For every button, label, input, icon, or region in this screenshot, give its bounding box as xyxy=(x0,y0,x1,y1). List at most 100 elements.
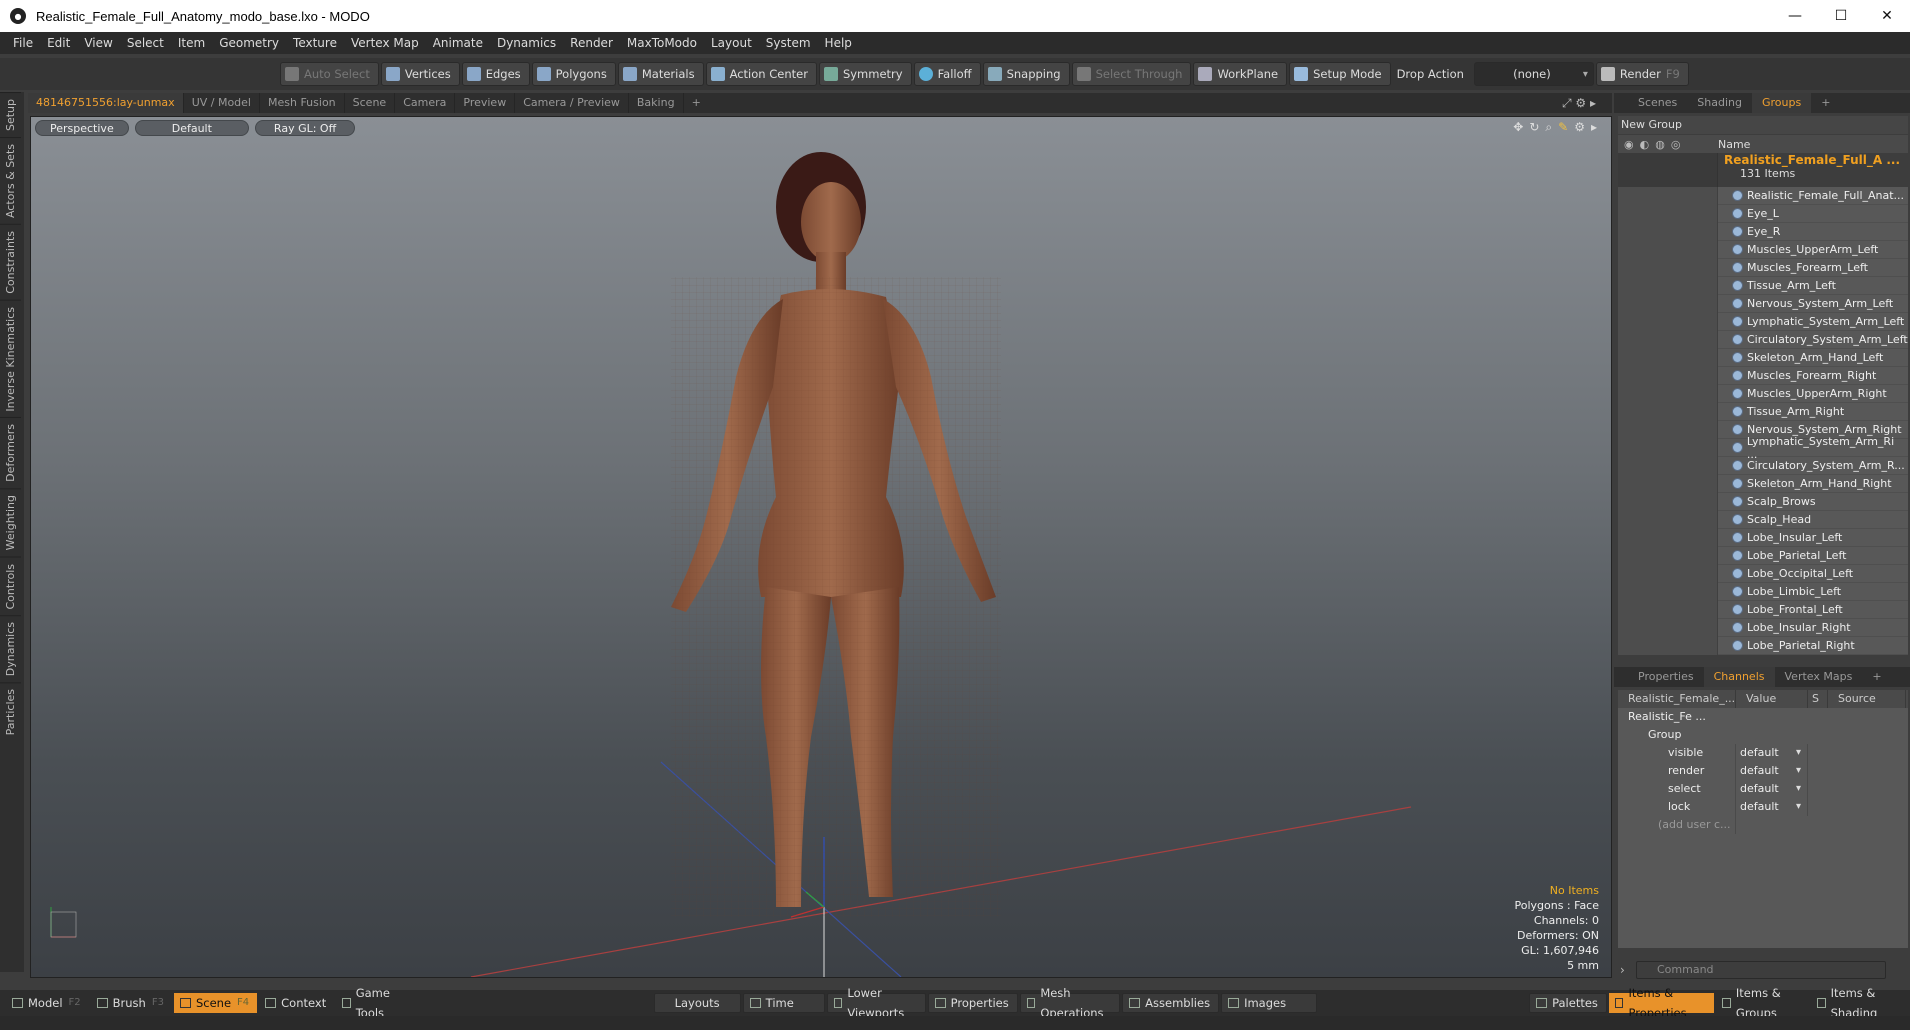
tree-item-visibility[interactable] xyxy=(1618,402,1718,421)
layout-scene-button[interactable]: Scene F4 xyxy=(173,993,258,1013)
layout-brush-button[interactable]: Brush F3 xyxy=(91,993,172,1013)
tree-item-row[interactable]: Muscles_UpperArm_Left xyxy=(1618,240,1908,259)
minimize-icon[interactable]: — xyxy=(1772,0,1818,32)
add-user-channel-row[interactable]: (add user c... xyxy=(1618,816,1908,834)
tree-item-visibility[interactable] xyxy=(1618,564,1718,583)
materials-button[interactable]: Materials xyxy=(617,62,704,86)
menu-item[interactable]: Item xyxy=(171,36,212,50)
3d-viewport[interactable]: Perspective Default Ray GL: Off ✥ ↻ ⌕ ✎ … xyxy=(30,116,1612,978)
tab-controls[interactable]: Controls xyxy=(0,556,21,616)
tree-item-visibility[interactable] xyxy=(1618,582,1718,601)
tree-item-visibility[interactable] xyxy=(1618,510,1718,529)
channel-row[interactable]: render default xyxy=(1618,762,1908,780)
tab-mesh-fusion[interactable]: Mesh Fusion xyxy=(260,93,345,113)
tree-item-row[interactable]: Muscles_Forearm_Right xyxy=(1618,366,1908,385)
items-properties-button[interactable]: Items & Properties xyxy=(1608,986,1715,1020)
menu-select[interactable]: Select xyxy=(120,36,171,50)
tree-item-row[interactable]: Lobe_Limbic_Left xyxy=(1618,582,1908,601)
layout-game-tools-button[interactable]: Game Tools xyxy=(336,986,411,1020)
channel-s-col[interactable]: S xyxy=(1808,690,1828,708)
tree-item-row[interactable]: Muscles_UpperArm_Right xyxy=(1618,384,1908,403)
tree-item-visibility[interactable] xyxy=(1618,546,1718,565)
tree-item-visibility[interactable] xyxy=(1618,618,1718,637)
tab-weighting[interactable]: Weighting xyxy=(0,488,21,557)
tab-preview[interactable]: Preview xyxy=(455,93,516,113)
tree-item-visibility[interactable] xyxy=(1618,330,1718,349)
channel-value-dropdown[interactable]: default xyxy=(1736,744,1808,762)
new-group-button[interactable]: New Group xyxy=(1618,116,1908,134)
tree-item-visibility[interactable] xyxy=(1618,186,1718,205)
channel-name-col[interactable]: Realistic_Female_... xyxy=(1618,690,1736,708)
menu-render[interactable]: Render xyxy=(563,36,620,50)
tree-item-row[interactable]: Nervous_System_Arm_Left xyxy=(1618,294,1908,313)
tree-item-visibility[interactable] xyxy=(1618,366,1718,385)
workplane-button[interactable]: WorkPlane xyxy=(1193,62,1288,86)
channel-value-col[interactable]: Value xyxy=(1736,690,1808,708)
tab-uv-model[interactable]: UV / Model xyxy=(184,93,260,113)
tab-channels[interactable]: Channels xyxy=(1703,667,1775,687)
viewport-options-icon[interactable]: ⤢ ⚙ ▸ xyxy=(1554,93,1604,113)
tab-groups[interactable]: Groups xyxy=(1751,93,1812,113)
channel-row[interactable]: lock default xyxy=(1618,798,1908,816)
menu-edit[interactable]: Edit xyxy=(40,36,77,50)
tree-item-row[interactable]: Circulatory_System_Arm_Left xyxy=(1618,330,1908,349)
tree-item-row[interactable]: Circulatory_System_Arm_R... xyxy=(1618,456,1908,475)
lower-viewports-button[interactable]: Lower Viewports xyxy=(826,986,926,1020)
tree-item-visibility[interactable] xyxy=(1618,438,1718,457)
assemblies-button[interactable]: Assemblies xyxy=(1122,993,1220,1013)
tree-item-row[interactable]: Lobe_Insular_Right xyxy=(1618,618,1908,637)
name-column-header[interactable]: Name xyxy=(1718,138,1750,151)
tree-item-visibility[interactable] xyxy=(1618,258,1718,277)
tree-item-row[interactable]: Lymphatic_System_Arm_Ri ... xyxy=(1618,435,1908,461)
select-col-icon[interactable]: ◎ xyxy=(1671,138,1681,151)
tree-item-visibility[interactable] xyxy=(1618,492,1718,511)
items-groups-button[interactable]: Items & Groups xyxy=(1716,986,1809,1020)
tab-constraints[interactable]: Constraints xyxy=(0,224,21,300)
channel-source-col[interactable]: Source xyxy=(1828,690,1906,708)
close-icon[interactable]: ✕ xyxy=(1864,0,1910,32)
tree-item-visibility[interactable] xyxy=(1618,312,1718,331)
mesh-operations-button[interactable]: Mesh Operations xyxy=(1019,986,1121,1020)
command-expand-icon[interactable]: › xyxy=(1620,963,1625,977)
channel-row[interactable]: select default xyxy=(1618,780,1908,798)
tree-item-visibility[interactable] xyxy=(1618,384,1718,403)
setup-mode-button[interactable]: Setup Mode xyxy=(1289,62,1391,86)
menu-vertex-map[interactable]: Vertex Map xyxy=(344,36,426,50)
lock-col-icon[interactable]: ◍ xyxy=(1655,138,1665,151)
tree-item-row[interactable]: Lobe_Parietal_Left xyxy=(1618,546,1908,565)
tab-deformers[interactable]: Deformers xyxy=(0,417,21,489)
menu-file[interactable]: File xyxy=(6,36,40,50)
tree-item-visibility[interactable] xyxy=(1618,294,1718,313)
tab-particles[interactable]: Particles xyxy=(0,682,21,742)
tree-item-row[interactable]: Tissue_Arm_Left xyxy=(1618,276,1908,295)
command-input[interactable]: Command xyxy=(1636,961,1886,979)
action-center-button[interactable]: Action Center xyxy=(705,62,817,86)
tree-item-row[interactable]: Tissue_Arm_Right xyxy=(1618,402,1908,421)
tree-item-row[interactable]: Eye_L xyxy=(1618,204,1908,223)
render-button[interactable]: Render F9 xyxy=(1595,62,1689,86)
edges-button[interactable]: Edges xyxy=(461,62,530,86)
channel-row[interactable]: visible default xyxy=(1618,744,1908,762)
menu-geometry[interactable]: Geometry xyxy=(212,36,286,50)
tree-item-row[interactable]: Scalp_Brows xyxy=(1618,492,1908,511)
tab-shading[interactable]: Shading xyxy=(1687,93,1752,113)
tree-item-row[interactable]: Lymphatic_System_Arm_Left xyxy=(1618,312,1908,331)
items-shading-button[interactable]: Items & Shading xyxy=(1811,986,1908,1020)
add-right-tab-button[interactable]: + xyxy=(1811,93,1840,113)
tab-dynamics[interactable]: Dynamics xyxy=(0,615,21,683)
menu-dynamics[interactable]: Dynamics xyxy=(490,36,563,50)
snapping-button[interactable]: Snapping xyxy=(982,62,1070,86)
menu-texture[interactable]: Texture xyxy=(286,36,344,50)
tree-item-row[interactable]: Lobe_Insular_Left xyxy=(1618,528,1908,547)
tree-item-row[interactable]: Muscles_Forearm_Left xyxy=(1618,258,1908,277)
tab-inverse-kinematics[interactable]: Inverse Kinematics xyxy=(0,299,21,418)
channel-root-row[interactable]: Realistic_Fe ... xyxy=(1618,708,1908,726)
menu-help[interactable]: Help xyxy=(818,36,859,50)
vertices-button[interactable]: Vertices xyxy=(380,62,460,86)
tree-item-visibility[interactable] xyxy=(1618,276,1718,295)
menu-view[interactable]: View xyxy=(77,36,119,50)
tab-baking[interactable]: Baking xyxy=(629,93,684,113)
tab-layout-unmax[interactable]: 48146751556:lay-unmax xyxy=(28,93,184,113)
channel-value-dropdown[interactable]: default xyxy=(1736,780,1808,798)
menu-layout[interactable]: Layout xyxy=(704,36,759,50)
